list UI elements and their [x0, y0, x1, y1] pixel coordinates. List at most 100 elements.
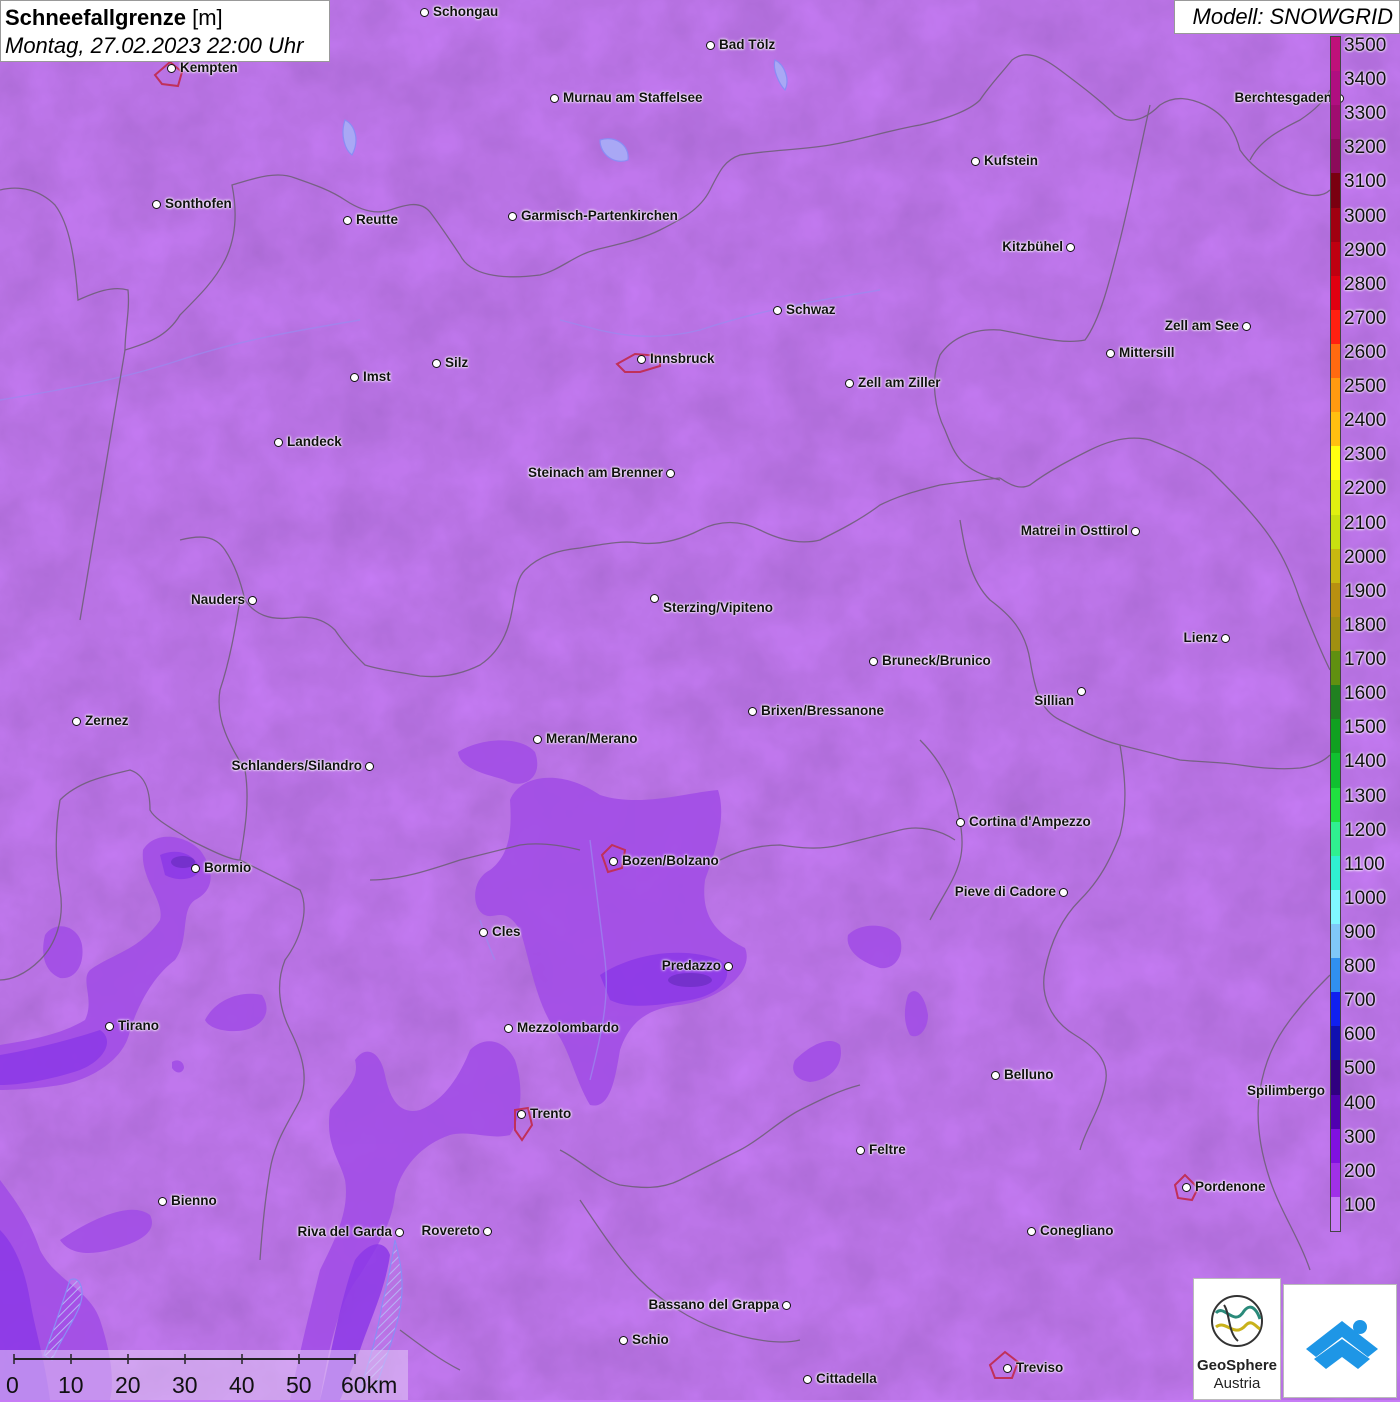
- legend-value: 500: [1344, 1058, 1376, 1080]
- legend-value: 600: [1344, 1024, 1376, 1046]
- legend-swatch: [1331, 241, 1340, 277]
- city-label: Zell am See: [1164, 318, 1239, 333]
- legend-value: 1400: [1344, 751, 1387, 773]
- city-label: Kempten: [180, 60, 238, 75]
- map-title-box: Schneefallgrenze [m] Montag, 27.02.2023 …: [0, 0, 330, 62]
- city-label: Cittadella: [816, 1371, 877, 1386]
- city-marker: [1066, 243, 1075, 252]
- city-marker: [508, 212, 517, 221]
- legend-swatch: [1331, 719, 1340, 754]
- legend-value: 1700: [1344, 649, 1387, 671]
- legend-value: 3200: [1344, 137, 1387, 159]
- legend-swatch: [1331, 378, 1340, 413]
- city-marker: [191, 864, 200, 873]
- city-label: Mittersill: [1119, 345, 1175, 360]
- geosphere-country: Austria: [1213, 1375, 1261, 1392]
- app-logo[interactable]: [1283, 1284, 1397, 1398]
- city-label: Matrei in Osttirol: [1020, 523, 1128, 538]
- legend-value: 1600: [1344, 683, 1387, 705]
- legend-value: 3000: [1344, 205, 1387, 227]
- legend-swatch: [1331, 309, 1340, 345]
- city-label: Nauders: [190, 592, 245, 607]
- legend-swatch: [1331, 992, 1340, 1027]
- scale-tick-40: 40: [229, 1372, 255, 1398]
- city-marker: [1106, 349, 1115, 358]
- legend-value: 1800: [1344, 614, 1387, 636]
- city-label: Berchtesgaden: [1234, 90, 1332, 105]
- city-label: Reutte: [356, 212, 399, 227]
- city-label: Schlanders/Silandro: [231, 758, 362, 773]
- legend-swatch: [1331, 1094, 1340, 1130]
- city-label: Kitzbühel: [1002, 239, 1063, 254]
- city-label: Tirano: [118, 1018, 160, 1033]
- city-marker: [724, 962, 733, 971]
- city-label: Feltre: [869, 1142, 906, 1157]
- scale-tick-30: 30: [172, 1372, 198, 1398]
- city-marker: [1131, 527, 1140, 536]
- legend-value: 2600: [1344, 342, 1387, 364]
- city-label: Steinach am Brenner: [527, 465, 663, 480]
- city-label: Mezzolombardo: [517, 1020, 620, 1035]
- legend-swatch: [1331, 1162, 1340, 1198]
- legend-value: 3400: [1344, 69, 1387, 91]
- legend-swatch: [1331, 616, 1340, 652]
- city-label: Zernez: [85, 713, 129, 728]
- city-marker: [956, 818, 965, 827]
- legend-swatch: [1331, 37, 1340, 72]
- city-label: Schwaz: [786, 302, 836, 317]
- legend-value: 1000: [1344, 887, 1387, 909]
- legend-value: 900: [1344, 921, 1376, 943]
- legend-swatch: [1331, 582, 1340, 618]
- legend-value: 2000: [1344, 546, 1387, 568]
- city-label: Imst: [363, 369, 391, 384]
- geosphere-austria-logo[interactable]: GeoSphere Austria: [1193, 1278, 1281, 1400]
- legend-value: 3300: [1344, 103, 1387, 125]
- legend-value: 700: [1344, 990, 1376, 1012]
- legend-value: 2300: [1344, 444, 1387, 466]
- city-marker: [637, 355, 646, 364]
- legend-value: 1500: [1344, 717, 1387, 739]
- city-label: Cles: [492, 924, 521, 939]
- scale-tick-50: 50: [286, 1372, 312, 1398]
- city-marker: [666, 469, 675, 478]
- city-marker: [158, 1197, 167, 1206]
- legend-swatch: [1331, 855, 1340, 891]
- legend-swatch: [1331, 753, 1340, 788]
- city-label: Garmisch-Partenkirchen: [521, 208, 678, 223]
- map-datetime: Montag, 27.02.2023 22:00 Uhr: [5, 33, 304, 58]
- city-label: Belluno: [1004, 1067, 1054, 1082]
- map-title: Schneefallgrenze [m]: [5, 5, 223, 30]
- color-legend-bar: [1330, 36, 1341, 1232]
- city-marker: [845, 379, 854, 388]
- city-marker: [105, 1022, 114, 1031]
- city-label: Schio: [632, 1332, 669, 1347]
- city-marker: [152, 200, 161, 209]
- city-marker: [72, 717, 81, 726]
- city-label: Bozen/Bolzano: [622, 853, 719, 868]
- city-label: Zell am Ziller: [858, 375, 941, 390]
- city-label: Treviso: [1016, 1360, 1064, 1375]
- city-label: Riva del Garda: [297, 1224, 392, 1239]
- geosphere-name: GeoSphere: [1196, 1357, 1278, 1374]
- legend-swatch: [1331, 1128, 1340, 1164]
- legend-value: 3500: [1344, 35, 1387, 56]
- legend-swatch: [1331, 344, 1340, 379]
- city-marker: [748, 707, 757, 716]
- city-marker: [343, 216, 352, 225]
- scale-tick-20: 20: [115, 1372, 141, 1398]
- city-label: Pordenone: [1195, 1179, 1266, 1194]
- legend-value: 2400: [1344, 410, 1387, 432]
- city-marker: [991, 1071, 1000, 1080]
- city-label: Trento: [530, 1106, 572, 1121]
- city-label: Conegliano: [1040, 1223, 1114, 1238]
- city-marker: [248, 596, 257, 605]
- city-marker: [869, 657, 878, 666]
- legend-value: 1200: [1344, 819, 1387, 841]
- legend-value: 2100: [1344, 512, 1387, 534]
- legend-value: 2500: [1344, 376, 1387, 398]
- scale-bar: 0 10 20 30 40 50 60km: [0, 1350, 408, 1400]
- legend-value: 2700: [1344, 307, 1387, 329]
- snowflake-mountain-icon: [1306, 1320, 1378, 1369]
- legend-swatch: [1331, 207, 1340, 243]
- city-label: Murnau am Staffelsee: [563, 90, 703, 105]
